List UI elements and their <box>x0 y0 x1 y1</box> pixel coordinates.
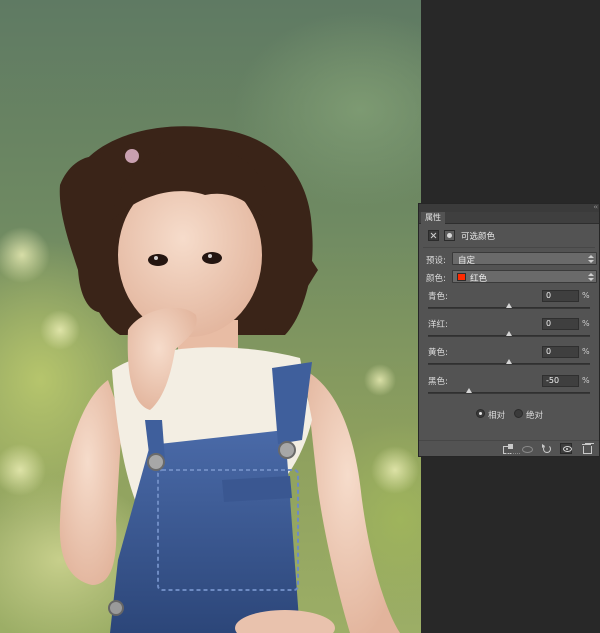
dropdown-arrows-icon <box>588 272 594 282</box>
adjustment-title: 可选颜色 <box>461 232 496 242</box>
radio-relative-label[interactable]: 相对 <box>488 409 505 421</box>
colors-row: 颜色: 红色 <box>426 270 597 284</box>
view-previous-icon[interactable] <box>521 443 533 454</box>
trash-icon[interactable] <box>581 443 593 454</box>
slider-thumb[interactable] <box>506 303 512 308</box>
preset-dropdown[interactable]: 自定 <box>452 252 597 266</box>
slider-label: 洋红: <box>428 320 448 330</box>
divider <box>423 247 595 248</box>
colors-label: 颜色: <box>426 274 446 284</box>
panel-resize-grip[interactable] <box>506 453 520 455</box>
colors-dropdown[interactable]: 红色 <box>452 270 597 284</box>
preset-row: 预设: 自定 <box>426 252 597 266</box>
slider-thumb[interactable] <box>506 331 512 336</box>
slider-value-field[interactable]: 0 <box>542 290 579 302</box>
slider-value-field[interactable]: 0 <box>542 346 579 358</box>
preset-value: 自定 <box>458 256 476 266</box>
slider-cyan: 青色: 0 % <box>426 290 597 318</box>
reset-icon[interactable] <box>541 443 553 454</box>
percent-unit: % <box>582 319 590 328</box>
percent-unit: % <box>582 376 590 385</box>
method-radio-group: 相对 绝对 <box>419 407 599 421</box>
slider-thumb[interactable] <box>506 359 512 364</box>
preset-label: 预设: <box>426 256 446 266</box>
photo-canvas[interactable] <box>0 0 421 633</box>
percent-unit: % <box>582 291 590 300</box>
slider-track[interactable] <box>428 392 590 394</box>
radio-relative[interactable] <box>476 409 485 418</box>
collapse-panel-icon[interactable]: ‹‹ <box>593 203 598 211</box>
radio-absolute[interactable] <box>514 409 523 418</box>
slider-label: 黄色: <box>428 348 448 358</box>
colors-value: 红色 <box>470 274 488 284</box>
slider-black: 黑色: -50 % <box>426 375 597 403</box>
visibility-eye-icon[interactable] <box>560 443 572 454</box>
layer-mask-icon[interactable] <box>444 230 455 241</box>
slider-label: 青色: <box>428 292 448 302</box>
slider-label: 黑色: <box>428 377 448 387</box>
tab-properties[interactable]: 属性 <box>421 212 445 224</box>
panel-title-bar[interactable]: ‹‹ <box>419 203 599 212</box>
radio-absolute-label[interactable]: 绝对 <box>526 409 543 421</box>
dropdown-arrows-icon <box>588 254 594 264</box>
panel-tab-bar: 属性 <box>419 212 599 224</box>
properties-panel: ‹‹ 属性 可选颜色 预设: 自定 颜色: 红色 青色: 0 % 洋红: 0 % <box>418 203 600 457</box>
slider-thumb[interactable] <box>465 388 472 393</box>
percent-unit: % <box>582 347 590 356</box>
selective-color-adjustment-icon[interactable] <box>428 230 439 241</box>
slider-yellow: 黄色: 0 % <box>426 346 597 374</box>
adjustment-header: 可选颜色 <box>419 226 599 244</box>
color-swatch <box>457 273 466 281</box>
slider-magenta: 洋红: 0 % <box>426 318 597 346</box>
slider-value-field[interactable]: 0 <box>542 318 579 330</box>
photo-girl-in-overalls <box>0 126 419 633</box>
slider-value-field[interactable]: -50 <box>542 375 579 387</box>
